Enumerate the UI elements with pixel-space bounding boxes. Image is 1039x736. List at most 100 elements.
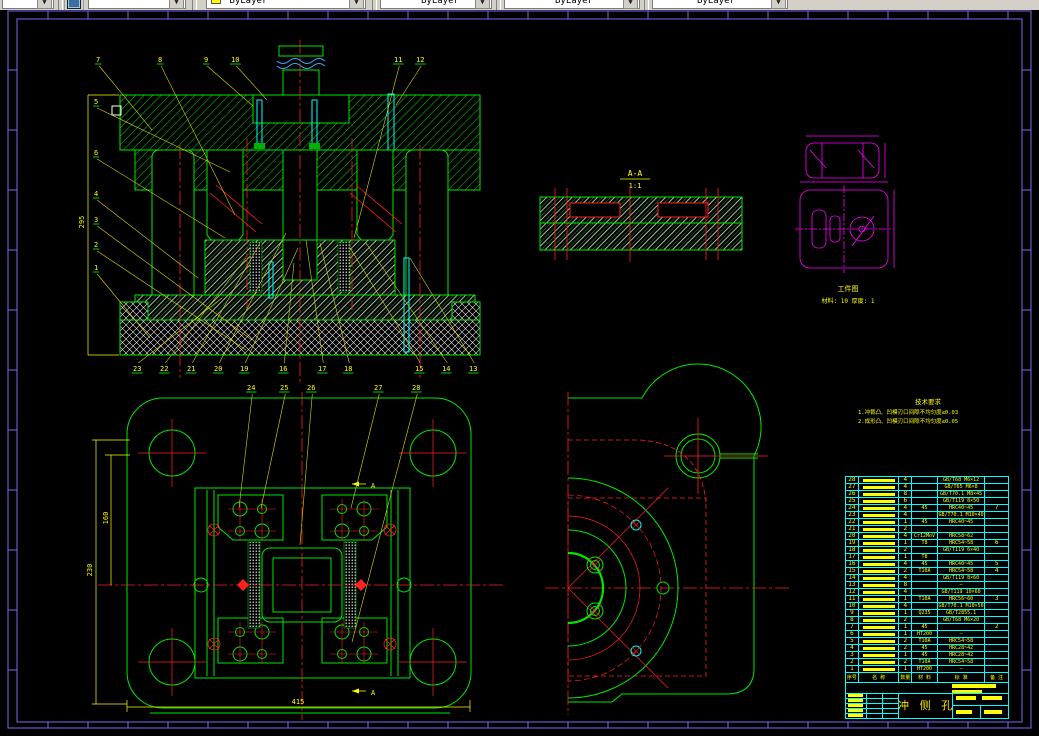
bom-cell: 7 [994,505,999,511]
bom-cell: 1 [899,652,913,658]
part-name-block [862,618,895,622]
bom-row-12: 12 4 GB/T119 10×60 [846,589,1008,596]
bom-cell [985,589,1008,595]
right-centerlines [545,392,790,715]
view-combo[interactable]: ▼ [2,0,54,9]
chevron-down-icon[interactable]: ▼ [623,0,638,9]
bom-row-13: 13 8 — [846,582,1008,589]
section-aa-view: A-A 1:1 [539,169,743,262]
bom-row-3: 3 1 45 HRC28~42 [846,652,1008,659]
bom-cell: 10 [846,603,859,609]
bom-cell [985,498,1008,504]
section-aa-scale: 1:1 [629,182,642,190]
plotstyle-combo[interactable]: ByLayer ▼ [652,0,788,9]
callout-6: 6 [94,149,98,157]
bom-cell: 45 [912,519,938,525]
linetype-combo[interactable]: ByLayer ▼ [380,0,492,9]
bom-cell [985,477,1008,483]
section-aa-label: A-A [628,169,643,178]
bom-cell: 26 [846,491,859,497]
bom-row-2: 2 2 T10A HRC54~58 [846,659,1008,666]
bom-cell: HRC40~45 [938,505,986,511]
bom-cell: HRC54~58 [938,540,986,546]
layers-button[interactable] [64,0,84,10]
bom-row-15: 15 2 T10A HRC54~58 4 [846,568,1008,575]
bom-cell [985,575,1008,581]
bom-part-name-block [859,617,900,623]
toolbar-separator [58,0,63,10]
part-name-block [862,576,895,580]
callout-5: 5 [94,98,98,106]
toolbar-separator [192,0,197,10]
bom-row-28: 28 4 GB/T68 M6×12 [846,477,1008,484]
chevron-down-icon[interactable]: ▼ [771,0,786,9]
lineweight-combo[interactable]: ByLayer ▼ [504,0,640,9]
divider [866,693,867,718]
bom-cell: 1 [899,554,913,560]
bom-cell [912,582,938,588]
divider [980,705,981,718]
part-name-block [862,520,895,524]
bom-cell: HRC54~58 [938,659,986,665]
part-name-block [862,562,895,566]
bom-cell: HRC58~62 [938,533,986,539]
bom-cell: 4 [899,505,913,511]
callout-19: 19 [240,365,248,373]
bom-cell [912,484,938,490]
bom-row-1: 1 1 HT200— [846,666,1008,673]
bom-cell: T8 [912,554,938,560]
bom-cell [912,617,938,623]
chevron-down-icon[interactable]: ▼ [349,0,364,9]
bom-cell: HRC54~58 [938,638,986,644]
part-name-block [862,590,895,594]
callout-26: 26 [307,384,315,392]
cad-canvas[interactable]: 295 A-A 1:1 工件图 材料: 10 厚度: 1 技术要求 1.冲裁凸、… [0,10,1039,732]
plan-centerlines [98,392,505,720]
chevron-down-icon[interactable]: ▼ [475,0,490,9]
bom-cell: 4 [899,561,913,567]
bom-cell: 2 [899,568,913,574]
bom-row-19: 19 1 T8 HRC54~58 6 [846,540,1008,547]
bom-cell: 45 [912,624,938,630]
bom-cell: 23 [846,512,859,518]
bom-cell [985,554,1008,560]
bom-cell [985,617,1008,623]
bom-cell: 2 [994,624,999,630]
dim-295: 295 [78,216,86,229]
red-dashed-contour [567,439,707,677]
bom-cell: 45 [912,645,938,651]
callout-16: 16 [279,365,287,373]
callout-8: 8 [158,56,162,64]
bom-cell [985,512,1008,518]
signature-block [848,699,863,702]
bom-cell [985,491,1008,497]
bom-part-name-block [859,519,900,525]
bom-header-std: 标 准 [938,673,986,682]
bom-cell: HRC40~45 [938,561,986,567]
callout-23: 23 [133,365,141,373]
layer-combo[interactable]: ▼ [88,0,186,9]
bom-cell: 2 [846,659,859,665]
bom-row-7: 7 1 45 2 [846,624,1008,631]
bom-cell: 4 [899,589,913,595]
part-name-block [862,667,895,671]
workpiece-top-view [805,142,880,179]
bom-cell: 4 [846,645,859,651]
main-section-view: 2 9 5 [78,40,481,384]
bom-cell: 1 [899,631,913,637]
tech-req-line-2: 2.成形凸、凹模刃口间隙不均匀度≤0.05 [858,417,958,425]
bom-part-name-block [859,582,900,588]
bom-cell [912,547,938,553]
bom-part-name-block [859,666,900,672]
chevron-down-icon[interactable]: ▼ [37,0,52,9]
part-name-block [862,485,895,489]
part-name-block [862,527,895,531]
punch-right [356,149,394,249]
color-combo[interactable]: ByLayer ▼ [206,0,366,9]
bom-cell [985,484,1008,490]
bom-cell: 4 [994,568,999,574]
bom-cell: GB/T68 M6×12 [938,477,986,483]
bom-cell: 1 [899,519,913,525]
dim-160: 160 [102,512,110,525]
chevron-down-icon[interactable]: ▼ [169,0,184,9]
